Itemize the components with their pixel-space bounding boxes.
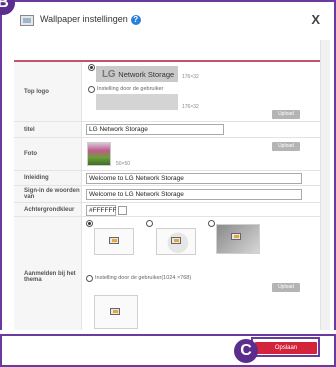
save-button[interactable]: Opslaan — [255, 342, 317, 354]
theme-user-icon — [110, 308, 120, 315]
dialog-title: Wallpaper instellingen? — [40, 14, 141, 25]
theme-thumb-2[interactable] — [156, 228, 196, 255]
logo-user-option-label: Instelling door de gebruiker — [97, 86, 164, 92]
logo-user-radio[interactable] — [88, 86, 95, 93]
logo-ns-text: Network Storage — [118, 69, 175, 79]
row-photo: Foto 50×50 Upload — [14, 138, 320, 171]
wallpaper-icon — [20, 15, 34, 26]
theme-1-icon — [109, 237, 119, 244]
question-icon[interactable]: ? — [130, 15, 141, 25]
photo-label: Foto — [14, 138, 82, 170]
logo-lg-text: LG — [102, 68, 116, 80]
dialog-title-text: Wallpaper instellingen — [40, 14, 128, 24]
user-logo-size: 176×32 — [182, 104, 199, 110]
title-input[interactable]: LG Network Storage — [86, 124, 224, 135]
intro-label: Inleiding — [14, 171, 82, 185]
photo-size: 50×50 — [116, 161, 131, 167]
theme-radio-1[interactable] — [86, 220, 93, 227]
row-intro: Inleiding Welcome to LG Network Storage — [14, 171, 320, 186]
row-title: titel LG Network Storage — [14, 122, 320, 138]
theme-2-icon — [171, 237, 181, 244]
row-bgcolor: Achtergrondkleur #FFFFFF — [14, 203, 320, 217]
theme-upload-button[interactable]: Upload — [272, 283, 300, 292]
signin-label: Sign-in de woorden van — [14, 186, 82, 202]
theme-radio-2[interactable] — [146, 220, 153, 227]
row-theme: Aanmelden bij het thema Instelling door … — [14, 217, 320, 330]
title-label: titel — [14, 122, 82, 137]
scrollbar[interactable] — [320, 40, 330, 330]
theme-thumb-1[interactable] — [94, 228, 134, 255]
theme-user-thumb — [94, 295, 138, 329]
theme-label: Aanmelden bij het thema — [14, 217, 82, 330]
settings-form: Top logo LG Network Storage 176×32 Inste… — [14, 60, 320, 330]
row-top-logo: Top logo LG Network Storage 176×32 Inste… — [14, 62, 320, 122]
user-logo-preview — [96, 94, 178, 110]
signin-input[interactable]: Welcome to LG Network Storage — [86, 189, 302, 200]
logo-size: 176×32 — [182, 74, 199, 80]
theme-user-option-label: Instelling door de gebruiker(1024 ×768) — [95, 275, 192, 281]
theme-user-radio[interactable] — [86, 275, 93, 282]
theme-3-icon — [231, 233, 241, 240]
color-picker-swatch[interactable] — [118, 206, 127, 215]
theme-radio-3[interactable] — [208, 220, 215, 227]
callout-badge-c: C — [234, 339, 258, 363]
photo-thumbnail — [87, 142, 111, 166]
close-button[interactable]: X — [311, 12, 320, 27]
logo-upload-button[interactable]: Upload — [272, 110, 300, 119]
theme-thumb-3[interactable] — [216, 224, 260, 254]
intro-input[interactable]: Welcome to LG Network Storage — [86, 173, 302, 184]
top-logo-label: Top logo — [14, 62, 82, 121]
dialog-header: Wallpaper instellingen? X — [10, 10, 326, 36]
photo-upload-button[interactable]: Upload — [272, 142, 300, 151]
bgcolor-label: Achtergrondkleur — [14, 203, 82, 216]
row-signin: Sign-in de woorden van Welcome to LG Net… — [14, 186, 320, 203]
logo-default-radio[interactable] — [88, 64, 95, 71]
bgcolor-input[interactable]: #FFFFFF — [86, 205, 116, 216]
default-logo-preview: LG Network Storage — [96, 66, 178, 82]
